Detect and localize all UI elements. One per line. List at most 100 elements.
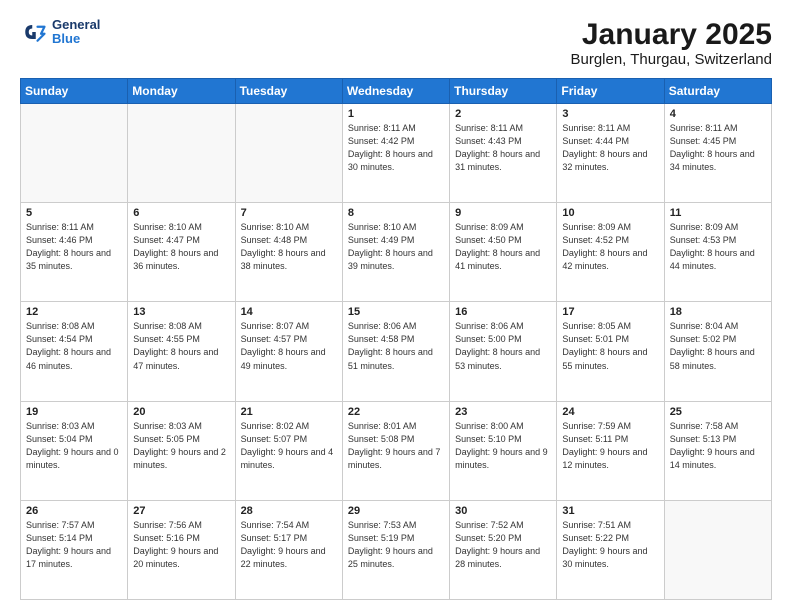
calendar-header-tuesday: Tuesday	[235, 79, 342, 104]
calendar-header-friday: Friday	[557, 79, 664, 104]
day-number: 7	[241, 207, 337, 219]
day-info: Sunrise: 7:51 AM Sunset: 5:22 PM Dayligh…	[562, 519, 658, 571]
logo-text: General Blue	[52, 18, 100, 47]
day-info: Sunrise: 8:11 AM Sunset: 4:43 PM Dayligh…	[455, 122, 551, 174]
day-info: Sunrise: 8:10 AM Sunset: 4:47 PM Dayligh…	[133, 221, 229, 273]
day-info: Sunrise: 8:11 AM Sunset: 4:44 PM Dayligh…	[562, 122, 658, 174]
calendar-week-3: 19 Sunrise: 8:03 AM Sunset: 5:04 PM Dayli…	[21, 401, 772, 500]
logo-line2: Blue	[52, 32, 100, 46]
day-number: 21	[241, 406, 337, 418]
calendar-cell: 25 Sunrise: 7:58 AM Sunset: 5:13 PM Dayli…	[664, 401, 771, 500]
day-number: 20	[133, 406, 229, 418]
calendar-cell: 22 Sunrise: 8:01 AM Sunset: 5:08 PM Dayli…	[342, 401, 449, 500]
day-info: Sunrise: 8:07 AM Sunset: 4:57 PM Dayligh…	[241, 320, 337, 372]
calendar-header-sunday: Sunday	[21, 79, 128, 104]
day-info: Sunrise: 7:52 AM Sunset: 5:20 PM Dayligh…	[455, 519, 551, 571]
header: General Blue January 2025 Burglen, Thurg…	[20, 18, 772, 68]
day-number: 9	[455, 207, 551, 219]
day-number: 29	[348, 505, 444, 517]
calendar-cell: 12Sunrise: 8:08 AM Sunset: 4:54 PM Dayli…	[21, 302, 128, 401]
day-number: 8	[348, 207, 444, 219]
calendar-cell: 11 Sunrise: 8:09 AM Sunset: 4:53 PM Dayli…	[664, 203, 771, 302]
calendar-cell: 20 Sunrise: 8:03 AM Sunset: 5:05 PM Dayli…	[128, 401, 235, 500]
calendar-cell: 28Sunrise: 7:54 AM Sunset: 5:17 PM Dayli…	[235, 500, 342, 599]
calendar-week-0: 1 Sunrise: 8:11 AM Sunset: 4:42 PM Daylig…	[21, 104, 772, 203]
calendar-cell: 19 Sunrise: 8:03 AM Sunset: 5:04 PM Dayli…	[21, 401, 128, 500]
day-number: 15	[348, 306, 444, 318]
day-number: 24	[562, 406, 658, 418]
day-info: Sunrise: 8:09 AM Sunset: 4:50 PM Dayligh…	[455, 221, 551, 273]
calendar-cell: 29Sunrise: 7:53 AM Sunset: 5:19 PM Dayli…	[342, 500, 449, 599]
day-info: Sunrise: 7:58 AM Sunset: 5:13 PM Dayligh…	[670, 420, 766, 472]
day-number: 27	[133, 505, 229, 517]
calendar-cell: 3Sunrise: 8:11 AM Sunset: 4:44 PM Daylig…	[557, 104, 664, 203]
day-number: 1	[348, 108, 444, 120]
calendar-cell: 18Sunrise: 8:04 AM Sunset: 5:02 PM Dayli…	[664, 302, 771, 401]
day-info: Sunrise: 8:02 AM Sunset: 5:07 PM Dayligh…	[241, 420, 337, 472]
day-number: 16	[455, 306, 551, 318]
calendar-cell: 30 Sunrise: 7:52 AM Sunset: 5:20 PM Dayli…	[450, 500, 557, 599]
calendar-cell: 31 Sunrise: 7:51 AM Sunset: 5:22 PM Dayli…	[557, 500, 664, 599]
day-info: Sunrise: 8:00 AM Sunset: 5:10 PM Dayligh…	[455, 420, 551, 472]
calendar-cell: 16 Sunrise: 8:06 AM Sunset: 5:00 PM Dayli…	[450, 302, 557, 401]
calendar-cell: 23 Sunrise: 8:00 AM Sunset: 5:10 PM Dayli…	[450, 401, 557, 500]
day-number: 23	[455, 406, 551, 418]
calendar-cell: 9 Sunrise: 8:09 AM Sunset: 4:50 PM Daylig…	[450, 203, 557, 302]
calendar-cell: 27 Sunrise: 7:56 AM Sunset: 5:16 PM Dayli…	[128, 500, 235, 599]
day-number: 22	[348, 406, 444, 418]
day-number: 19	[26, 406, 122, 418]
logo-line1: General	[52, 18, 100, 32]
day-info: Sunrise: 8:10 AM Sunset: 4:49 PM Dayligh…	[348, 221, 444, 273]
page-subtitle: Burglen, Thurgau, Switzerland	[570, 51, 772, 68]
calendar-cell: 17 Sunrise: 8:05 AM Sunset: 5:01 PM Dayli…	[557, 302, 664, 401]
day-info: Sunrise: 8:11 AM Sunset: 4:45 PM Dayligh…	[670, 122, 766, 174]
page-title: January 2025	[570, 18, 772, 51]
day-info: Sunrise: 8:10 AM Sunset: 4:48 PM Dayligh…	[241, 221, 337, 273]
day-info: Sunrise: 7:57 AM Sunset: 5:14 PM Dayligh…	[26, 519, 122, 571]
calendar-header-monday: Monday	[128, 79, 235, 104]
day-number: 11	[670, 207, 766, 219]
day-info: Sunrise: 8:01 AM Sunset: 5:08 PM Dayligh…	[348, 420, 444, 472]
day-info: Sunrise: 8:06 AM Sunset: 5:00 PM Dayligh…	[455, 320, 551, 372]
calendar-cell	[128, 104, 235, 203]
calendar-table: SundayMondayTuesdayWednesdayThursdayFrid…	[20, 78, 772, 600]
day-info: Sunrise: 8:11 AM Sunset: 4:42 PM Dayligh…	[348, 122, 444, 174]
day-number: 26	[26, 505, 122, 517]
calendar-cell: 15 Sunrise: 8:06 AM Sunset: 4:58 PM Dayli…	[342, 302, 449, 401]
day-number: 13	[133, 306, 229, 318]
day-info: Sunrise: 8:06 AM Sunset: 4:58 PM Dayligh…	[348, 320, 444, 372]
day-info: Sunrise: 8:05 AM Sunset: 5:01 PM Dayligh…	[562, 320, 658, 372]
day-info: Sunrise: 8:08 AM Sunset: 4:55 PM Dayligh…	[133, 320, 229, 372]
calendar-week-4: 26 Sunrise: 7:57 AM Sunset: 5:14 PM Dayli…	[21, 500, 772, 599]
day-info: Sunrise: 8:04 AM Sunset: 5:02 PM Dayligh…	[670, 320, 766, 372]
day-number: 10	[562, 207, 658, 219]
day-number: 17	[562, 306, 658, 318]
calendar-cell: 2 Sunrise: 8:11 AM Sunset: 4:43 PM Daylig…	[450, 104, 557, 203]
page: General Blue January 2025 Burglen, Thurg…	[0, 0, 792, 612]
calendar-cell	[21, 104, 128, 203]
calendar-week-2: 12Sunrise: 8:08 AM Sunset: 4:54 PM Dayli…	[21, 302, 772, 401]
logo: General Blue	[20, 18, 100, 47]
calendar-cell	[664, 500, 771, 599]
calendar-header-saturday: Saturday	[664, 79, 771, 104]
day-number: 14	[241, 306, 337, 318]
day-info: Sunrise: 8:03 AM Sunset: 5:05 PM Dayligh…	[133, 420, 229, 472]
day-number: 25	[670, 406, 766, 418]
calendar-header-thursday: Thursday	[450, 79, 557, 104]
day-info: Sunrise: 8:09 AM Sunset: 4:53 PM Dayligh…	[670, 221, 766, 273]
day-info: Sunrise: 7:59 AM Sunset: 5:11 PM Dayligh…	[562, 420, 658, 472]
day-number: 2	[455, 108, 551, 120]
day-info: Sunrise: 8:11 AM Sunset: 4:46 PM Dayligh…	[26, 221, 122, 273]
day-number: 31	[562, 505, 658, 517]
day-info: Sunrise: 7:56 AM Sunset: 5:16 PM Dayligh…	[133, 519, 229, 571]
day-info: Sunrise: 8:03 AM Sunset: 5:04 PM Dayligh…	[26, 420, 122, 472]
day-number: 30	[455, 505, 551, 517]
day-number: 6	[133, 207, 229, 219]
calendar-cell: 1 Sunrise: 8:11 AM Sunset: 4:42 PM Daylig…	[342, 104, 449, 203]
calendar-cell: 10Sunrise: 8:09 AM Sunset: 4:52 PM Dayli…	[557, 203, 664, 302]
calendar-cell: 26 Sunrise: 7:57 AM Sunset: 5:14 PM Dayli…	[21, 500, 128, 599]
calendar-cell: 21 Sunrise: 8:02 AM Sunset: 5:07 PM Dayli…	[235, 401, 342, 500]
logo-icon	[20, 18, 48, 46]
title-block: January 2025 Burglen, Thurgau, Switzerla…	[570, 18, 772, 68]
day-number: 5	[26, 207, 122, 219]
